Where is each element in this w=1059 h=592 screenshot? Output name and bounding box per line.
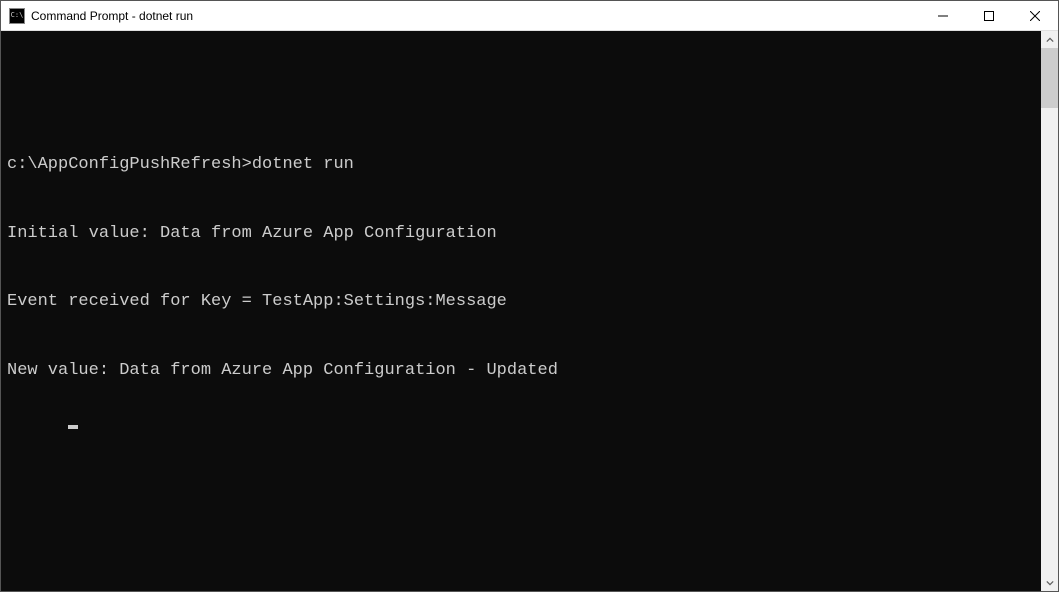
prompt-path: c:\AppConfigPushRefresh> [7,155,252,174]
scroll-track[interactable] [1041,48,1058,574]
window-frame: C:\ Command Prompt - dotnet run c:\AppCo… [0,0,1059,592]
scroll-thumb[interactable] [1041,48,1058,108]
minimize-button[interactable] [920,1,966,30]
window-controls [920,1,1058,30]
chevron-down-icon [1046,579,1054,587]
client-area: c:\AppConfigPushRefresh>dotnet run Initi… [1,31,1058,591]
terminal[interactable]: c:\AppConfigPushRefresh>dotnet run Initi… [1,31,1041,591]
chevron-up-icon [1046,36,1054,44]
close-icon [1030,11,1040,21]
vertical-scrollbar[interactable] [1041,31,1058,591]
close-button[interactable] [1012,1,1058,30]
scroll-down-button[interactable] [1041,574,1058,591]
output-line: New value: Data from Azure App Configura… [7,360,1041,383]
scroll-up-button[interactable] [1041,31,1058,48]
command-text: dotnet run [252,155,354,174]
app-icon-label: C:\ [11,12,24,19]
blank-line [7,85,1041,108]
maximize-icon [984,11,994,21]
app-icon: C:\ [9,8,25,24]
minimize-icon [938,11,948,21]
titlebar[interactable]: C:\ Command Prompt - dotnet run [1,1,1058,31]
maximize-button[interactable] [966,1,1012,30]
output-line: Event received for Key = TestApp:Setting… [7,291,1041,314]
cursor [68,425,78,429]
output-line: Initial value: Data from Azure App Confi… [7,223,1041,246]
prompt-line: c:\AppConfigPushRefresh>dotnet run [7,154,1041,177]
window-title: Command Prompt - dotnet run [31,9,920,23]
